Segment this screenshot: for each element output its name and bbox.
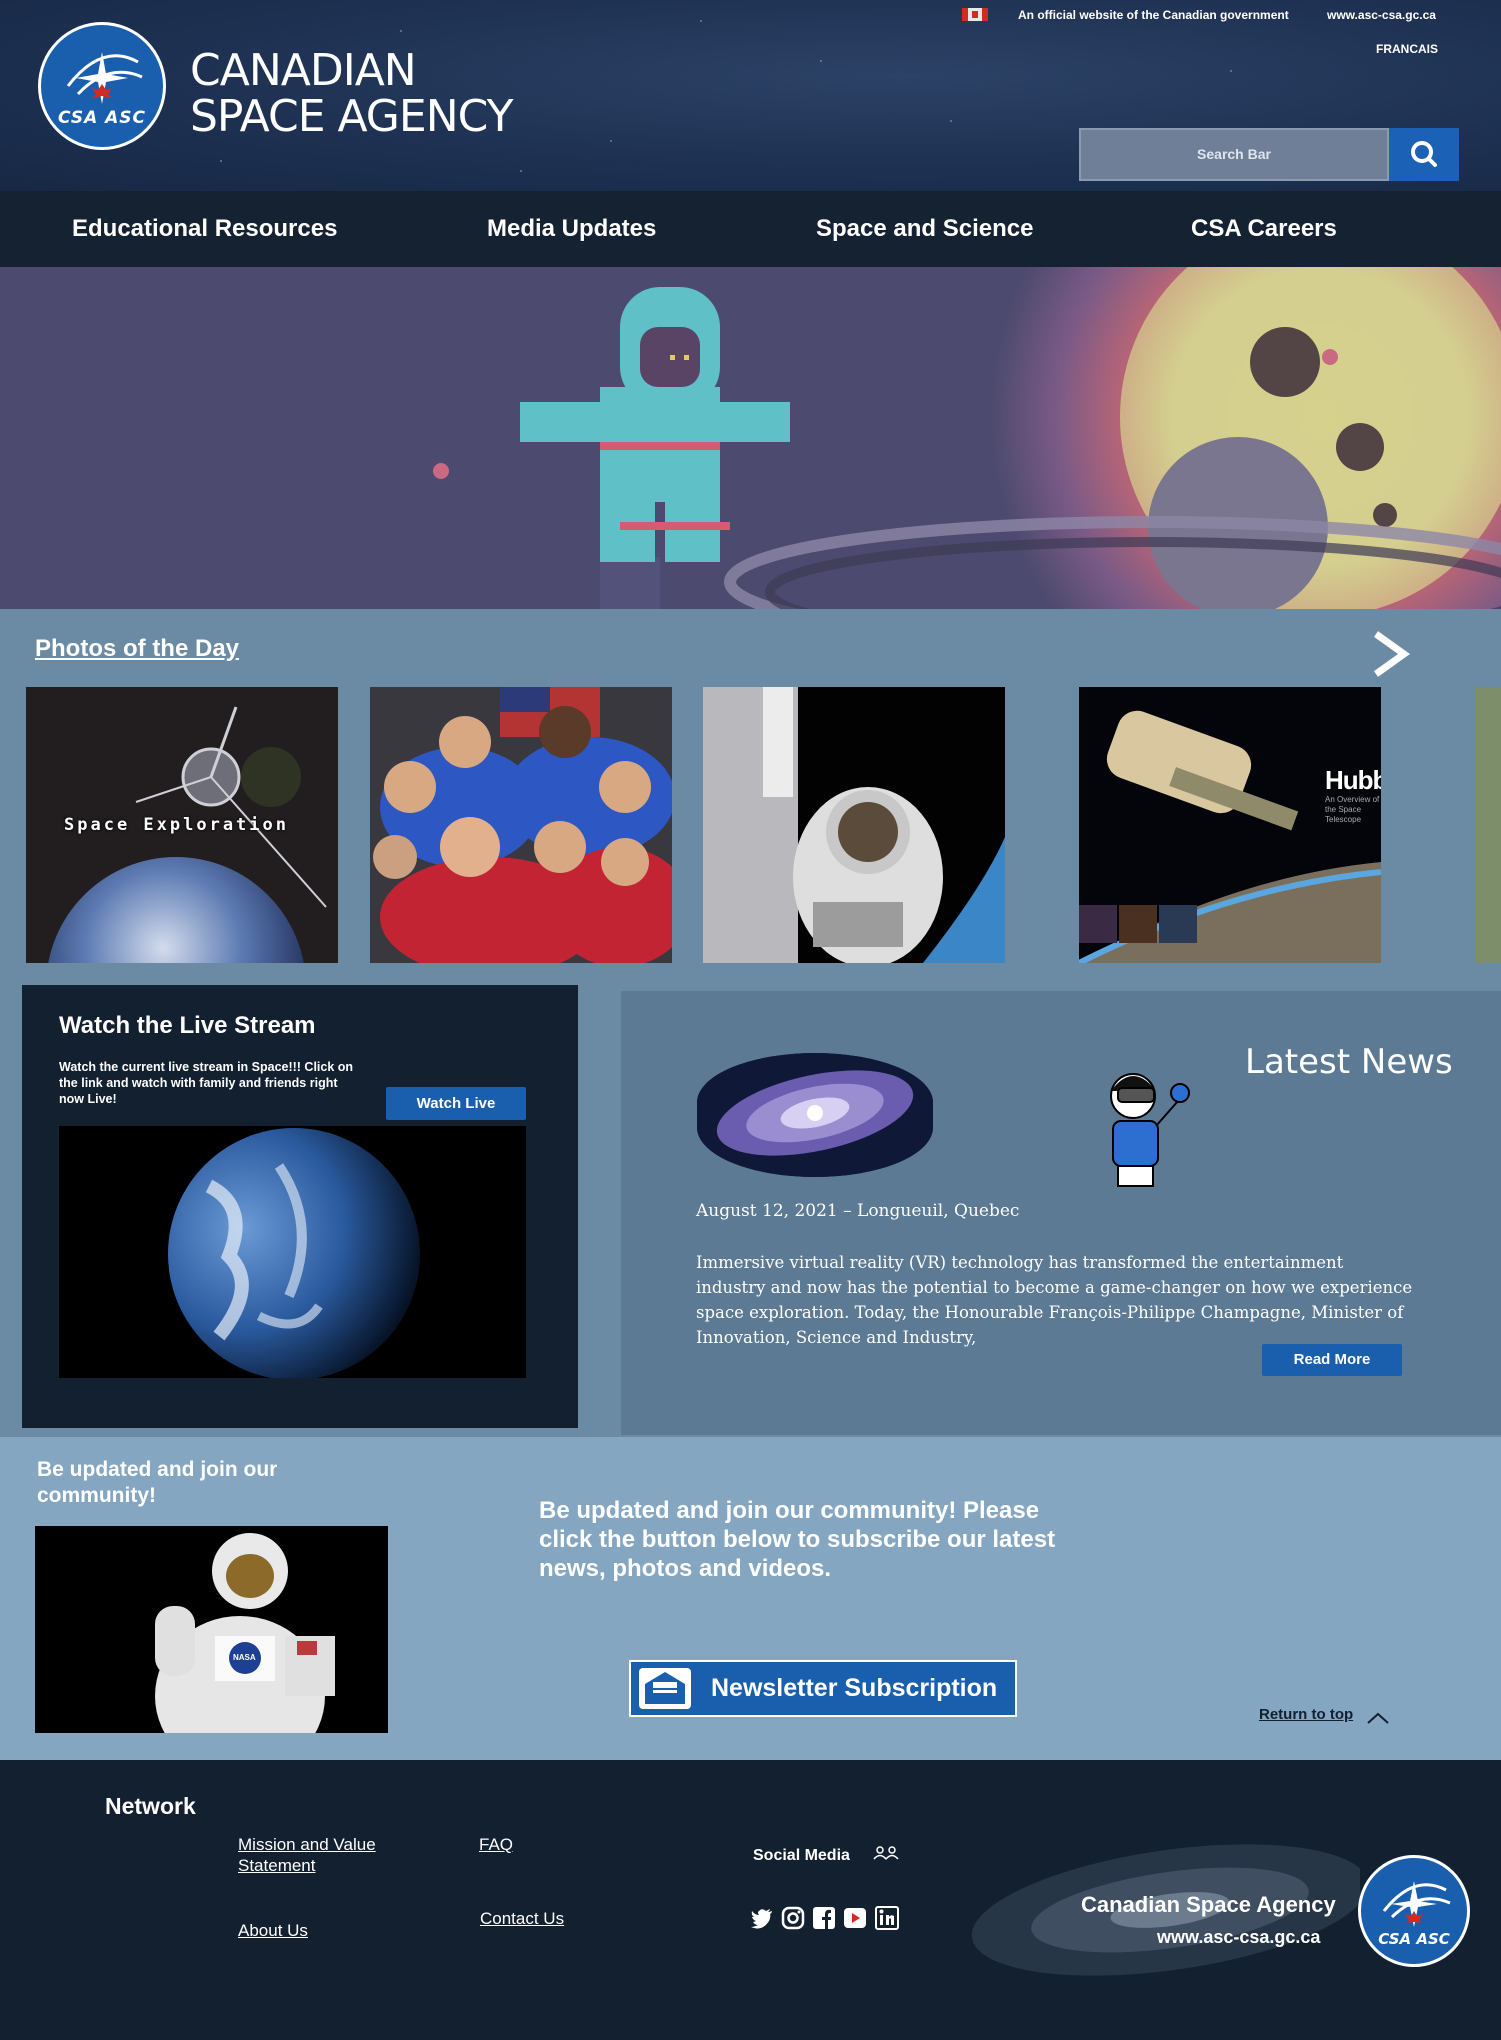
photo-crew[interactable]	[370, 687, 672, 963]
nav-item-space-and-science[interactable]: Space and Science	[816, 215, 1033, 243]
twitter-icon[interactable]	[750, 1906, 774, 1930]
canada-flag-icon	[962, 8, 988, 21]
contact-us-link[interactable]: Contact Us	[480, 1908, 564, 1929]
mission-statement-link[interactable]: Mission and Value Statement	[238, 1834, 376, 1876]
community-people-icon	[873, 1846, 899, 1860]
logo-text: CSA ASC	[57, 108, 147, 128]
newsletter-button-label: Newsletter Subscription	[711, 1674, 998, 1702]
chevron-up-icon[interactable]	[1366, 1711, 1390, 1725]
astronaut-illustration	[35, 1526, 388, 1733]
network-title: Network	[105, 1793, 196, 1819]
about-us-link[interactable]: About Us	[238, 1920, 308, 1941]
hubble-telescope-photo	[1079, 687, 1381, 963]
galaxy-image	[697, 1053, 933, 1177]
latest-news-title: Latest News	[1245, 1042, 1453, 1082]
star-emblem-icon	[66, 52, 143, 104]
pixel-astronaut-illustration	[0, 267, 1501, 609]
news-body: Immersive virtual reality (VR) technolog…	[696, 1253, 1413, 1347]
footer-org-name: Canadian Space Agency	[1081, 1892, 1336, 1917]
live-stream-panel: Watch the Live Stream Watch the current …	[22, 985, 578, 1428]
gov-notice: An official website of the Canadian gove…	[1018, 8, 1289, 22]
photo-spacewalk[interactable]	[703, 687, 1005, 963]
chevron-right-icon[interactable]	[1368, 629, 1412, 679]
faq-link[interactable]: FAQ	[479, 1834, 513, 1855]
social-media-label: Social Media	[753, 1847, 850, 1864]
news-date: August 12, 2021 – Longueuil, Quebec	[696, 1201, 1020, 1221]
photo-space-exploration[interactable]: Space Exploration	[26, 687, 338, 963]
read-more-button[interactable]: Read More	[1262, 1344, 1402, 1376]
live-stream-video[interactable]	[59, 1126, 526, 1378]
crew-group-photo	[370, 687, 672, 963]
search-icon	[1411, 141, 1437, 167]
photos-of-the-day-section: Photos of the Day Space Exploration Hubb…	[0, 609, 1501, 984]
community-title: Be updated and join our community!	[37, 1458, 278, 1507]
photo-label: Space Exploration	[64, 815, 289, 835]
photos-title-link[interactable]: Photos of the Day	[35, 635, 239, 663]
vr-kid-illustration	[1110, 1073, 1190, 1187]
search-button[interactable]	[1389, 128, 1459, 181]
photo-hubble[interactable]: Hubble An Overview of the Space Telescop…	[1079, 687, 1381, 963]
live-stream-title: Watch the Live Stream	[59, 1012, 316, 1039]
brand-line-2: SPACE AGENCY	[190, 91, 513, 142]
return-to-top-link[interactable]: Return to top	[1259, 1706, 1353, 1723]
star-emblem-icon	[1382, 1881, 1451, 1927]
gov-url[interactable]: www.asc-csa.gc.ca	[1327, 8, 1436, 22]
community-section: Be updated and join our community! NASA …	[0, 1437, 1501, 1760]
brand-line-1: CANADIAN	[190, 45, 417, 96]
community-text: Be updated and join our community! Pleas…	[539, 1497, 1056, 1582]
watch-live-button[interactable]: Watch Live	[386, 1087, 526, 1120]
astronaut-nasa-photo: NASA	[35, 1526, 388, 1733]
newsletter-subscription-button[interactable]: Newsletter Subscription	[629, 1660, 1017, 1717]
brand-title: CANADIAN SPACE AGENCY	[190, 45, 513, 142]
hero-banner	[0, 267, 1501, 609]
hubble-title: Hubble	[1325, 765, 1381, 795]
mission-link-line2: Statement	[238, 1856, 316, 1875]
site-footer: Network Mission and Value Statement FAQ …	[0, 1760, 1501, 2040]
mission-link-line1: Mission and Value	[238, 1835, 376, 1854]
spiral-galaxy-illustration	[697, 1053, 933, 1177]
nav-item-media-updates[interactable]: Media Updates	[487, 215, 656, 243]
language-toggle-link[interactable]: FRANCAIS	[1376, 42, 1438, 56]
live-stream-description: Watch the current live stream in Space!!…	[59, 1060, 354, 1106]
footer-csa-logo[interactable]: CSA ASC	[1358, 1855, 1470, 1967]
footer-logo-text: CSA ASC	[1378, 1930, 1450, 1948]
site-header: CSA ASC CANADIAN SPACE AGENCY An officia…	[0, 0, 1501, 191]
mail-icon	[639, 1668, 691, 1709]
linkedin-icon[interactable]	[875, 1906, 899, 1930]
latest-news-panel: Latest News August 12, 2021 – Longueuil,…	[621, 991, 1501, 1435]
facebook-icon[interactable]	[812, 1906, 836, 1930]
astronaut-spacewalk-photo	[703, 687, 1005, 963]
footer-org-url[interactable]: www.asc-csa.gc.ca	[1157, 1927, 1320, 1948]
hubble-subtitle: An Overview of the Space Telescope	[1325, 795, 1380, 824]
nav-item-educational-resources[interactable]: Educational Resources	[72, 215, 337, 243]
main-nav: Educational Resources Media Updates Spac…	[0, 191, 1501, 267]
instagram-icon[interactable]	[781, 1906, 805, 1930]
csa-logo[interactable]: CSA ASC	[38, 22, 166, 150]
search-input[interactable]: Search Bar	[1079, 128, 1389, 181]
nav-item-csa-careers[interactable]: CSA Careers	[1191, 215, 1337, 243]
youtube-icon[interactable]	[843, 1906, 867, 1930]
photo-partial[interactable]	[1475, 687, 1501, 963]
earth-image	[59, 1126, 526, 1378]
nasa-badge: NASA	[233, 1653, 256, 1662]
